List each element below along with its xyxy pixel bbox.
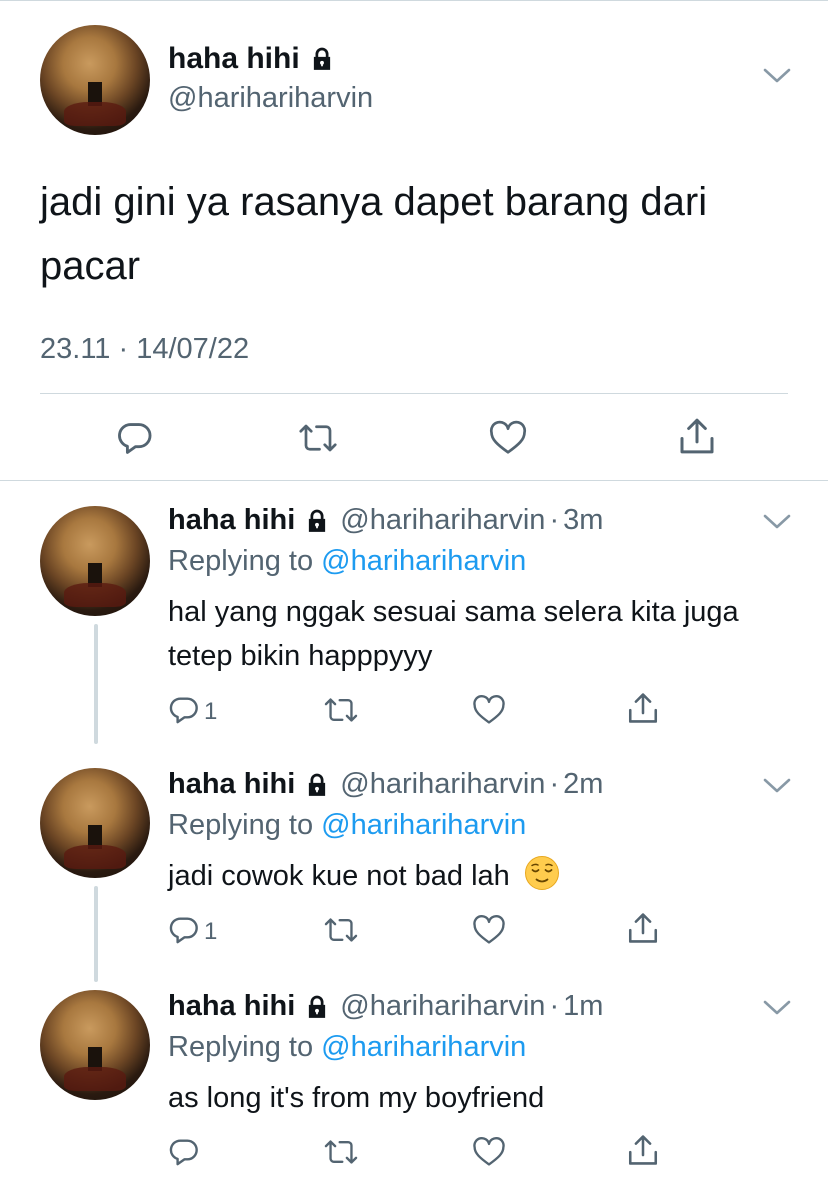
thread-line [94, 624, 98, 744]
author-name-row[interactable]: haha hihi @harihariharvin · 2m [168, 768, 603, 801]
author-handle[interactable]: @harihariharvin [340, 990, 545, 1023]
chevron-down-icon[interactable] [762, 66, 792, 86]
display-name[interactable]: haha hihi [168, 768, 295, 801]
author-handle[interactable]: @harihariharvin [340, 504, 545, 537]
replying-prefix: Replying to [168, 1031, 314, 1063]
author-handle[interactable]: @harihariharvin [168, 82, 373, 115]
replying-to: Replying to @harihariharvin [168, 1031, 526, 1064]
mention-link[interactable]: @harihariharvin [321, 545, 526, 577]
reply-text-row: jadi cowok kue not bad lah [168, 854, 768, 904]
mention-link[interactable]: @harihariharvin [321, 809, 526, 841]
reply-tweet: haha hihi @harihariharvin · 1m Replying … [0, 968, 828, 1186]
separator-dot: · [549, 990, 560, 1022]
display-name[interactable]: haha hihi [168, 504, 295, 537]
chevron-down-icon[interactable] [762, 776, 792, 796]
tweet-text: jadi gini ya rasanya dapet barang dari p… [40, 180, 708, 288]
author-name-row[interactable]: haha hihi @harihariharvin · 3m [168, 504, 603, 537]
lock-icon [304, 508, 330, 534]
author-name-row[interactable]: haha hihi @harihariharvin · 1m [168, 990, 603, 1023]
retweet-icon[interactable] [324, 694, 358, 726]
relieved-face-emoji [524, 855, 560, 904]
heart-icon[interactable] [488, 420, 528, 456]
lock-icon [304, 772, 330, 798]
author-name-row[interactable]: haha hihi [168, 42, 335, 76]
chevron-down-icon[interactable] [762, 998, 792, 1018]
retweet-icon[interactable] [324, 914, 358, 946]
reply-count: 1 [204, 918, 218, 945]
avatar[interactable] [40, 768, 150, 878]
separator-dot: · [549, 504, 560, 536]
reply-count: 1 [204, 698, 218, 725]
replying-prefix: Replying to [168, 545, 314, 577]
reply-time[interactable]: 2m [563, 768, 603, 801]
heart-icon[interactable] [472, 1136, 506, 1168]
replying-to: Replying to @harihariharvin [168, 545, 526, 578]
reply-tweet: haha hihi @harihariharvin · 2m Replying … [0, 746, 828, 982]
reply-icon[interactable] [168, 914, 200, 946]
replying-prefix: Replying to [168, 809, 314, 841]
replying-to: Replying to @harihariharvin [168, 809, 526, 842]
reply-time[interactable]: 3m [563, 504, 603, 537]
share-icon[interactable] [626, 910, 660, 946]
display-name[interactable]: haha hihi [168, 990, 295, 1023]
reply-text: hal yang nggak sesuai sama selera kita j… [168, 596, 739, 672]
chevron-down-icon[interactable] [762, 512, 792, 532]
retweet-icon[interactable] [298, 420, 338, 456]
heart-icon[interactable] [472, 914, 506, 946]
reply-icon[interactable] [168, 694, 200, 726]
share-icon[interactable] [626, 1132, 660, 1168]
lock-icon [309, 46, 335, 72]
reply-text: jadi cowok kue not bad lah [168, 860, 510, 892]
divider [40, 393, 788, 394]
reply-icon[interactable] [116, 419, 154, 457]
display-name[interactable]: haha hihi [168, 42, 300, 76]
reply-icon[interactable] [168, 1136, 200, 1168]
separator-dot: · [549, 768, 560, 800]
main-tweet: haha hihi @harihariharvin jadi gini ya r… [0, 0, 828, 482]
reply-text: as long it's from my boyfriend [168, 1082, 545, 1114]
reply-time[interactable]: 1m [563, 990, 603, 1023]
share-icon[interactable] [626, 690, 660, 726]
retweet-icon[interactable] [324, 1136, 358, 1168]
lock-icon [304, 994, 330, 1020]
avatar[interactable] [40, 506, 150, 616]
share-icon[interactable] [677, 415, 717, 457]
heart-icon[interactable] [472, 694, 506, 726]
avatar[interactable] [40, 25, 150, 135]
reply-tweet: haha hihi @harihariharvin · 3m Replying … [0, 482, 828, 744]
mention-link[interactable]: @harihariharvin [321, 1031, 526, 1063]
section-divider [0, 480, 828, 481]
avatar[interactable] [40, 990, 150, 1100]
tweet-timestamp[interactable]: 23.11 · 14/07/22 [40, 333, 249, 366]
author-handle[interactable]: @harihariharvin [340, 768, 545, 801]
